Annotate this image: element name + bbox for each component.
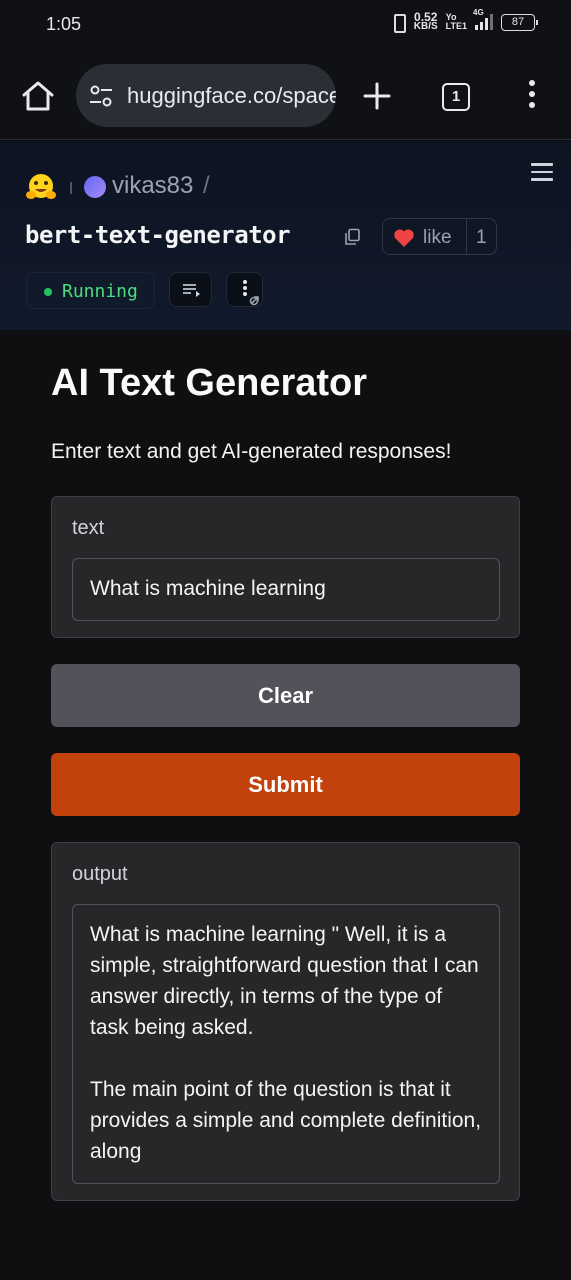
signal-icon: 4G xyxy=(473,8,493,30)
status-badge[interactable]: Running xyxy=(26,272,155,309)
battery-icon: 87 xyxy=(501,13,538,31)
text-input[interactable]: What is machine learning xyxy=(72,558,500,621)
kebab-menu-icon[interactable] xyxy=(526,80,538,110)
space-header: vikas83 / bert-text-generator like 1 Run… xyxy=(0,141,571,330)
input-label: text xyxy=(72,517,105,539)
copy-icon[interactable] xyxy=(344,228,361,246)
output-label: output xyxy=(72,863,128,885)
status-label: Running xyxy=(62,281,138,302)
more-options-icon xyxy=(243,280,259,306)
submit-button[interactable]: Submit xyxy=(51,753,520,816)
tab-switcher-button[interactable]: 1 xyxy=(442,83,470,111)
space-title[interactable]: bert-text-generator xyxy=(25,221,291,249)
input-panel: text What is machine learning xyxy=(51,496,520,638)
net-speed: 0.52 KB/S xyxy=(413,11,438,32)
more-options-button[interactable] xyxy=(226,272,263,307)
status-bar: 1:05 0.52 KB/S Yo LTE1 4G 87 xyxy=(0,0,571,52)
hamburger-menu-icon[interactable] xyxy=(531,163,553,181)
divider xyxy=(70,182,72,194)
page-description: Enter text and get AI-generated response… xyxy=(51,440,452,463)
app-content: AI Text Generator Enter text and get AI-… xyxy=(0,330,571,1280)
page-title: AI Text Generator xyxy=(51,362,368,404)
like-label: like xyxy=(423,227,452,248)
status-time: 1:05 xyxy=(46,14,82,34)
hugging-face-logo-icon[interactable] xyxy=(26,173,56,201)
like-count: 1 xyxy=(476,227,487,248)
like-button[interactable]: like 1 xyxy=(382,218,497,255)
new-tab-button[interactable] xyxy=(362,81,392,111)
home-icon xyxy=(22,81,54,111)
logs-button[interactable] xyxy=(169,272,212,307)
owner-avatar[interactable] xyxy=(84,176,106,198)
net-speed-unit: KB/S xyxy=(413,21,438,32)
vibrate-icon xyxy=(390,13,406,33)
output-panel: output What is machine learning " Well, … xyxy=(51,842,520,1201)
address-bar[interactable]: huggingface.co/spaces xyxy=(76,64,336,127)
network-type: 4G xyxy=(473,8,484,17)
path-separator: / xyxy=(203,172,210,199)
tune-icon[interactable] xyxy=(88,84,114,108)
clear-button[interactable]: Clear xyxy=(51,664,520,727)
browser-toolbar: huggingface.co/spaces 1 xyxy=(0,52,571,140)
status-dot-icon xyxy=(44,288,52,296)
output-textbox[interactable]: What is machine learning " Well, it is a… xyxy=(72,904,500,1184)
volte-bottom: LTE1 xyxy=(445,21,467,31)
home-button[interactable] xyxy=(20,79,56,113)
plus-icon xyxy=(363,82,391,110)
like-divider xyxy=(466,219,467,254)
heart-icon xyxy=(394,229,414,247)
url-text[interactable]: huggingface.co/spaces xyxy=(127,83,336,109)
status-icons: 0.52 KB/S Yo LTE1 4G 87 xyxy=(390,8,538,33)
volte-indicator: Yo LTE1 xyxy=(446,13,467,31)
owner-link[interactable]: vikas83 xyxy=(112,172,193,200)
logs-icon xyxy=(183,284,200,297)
